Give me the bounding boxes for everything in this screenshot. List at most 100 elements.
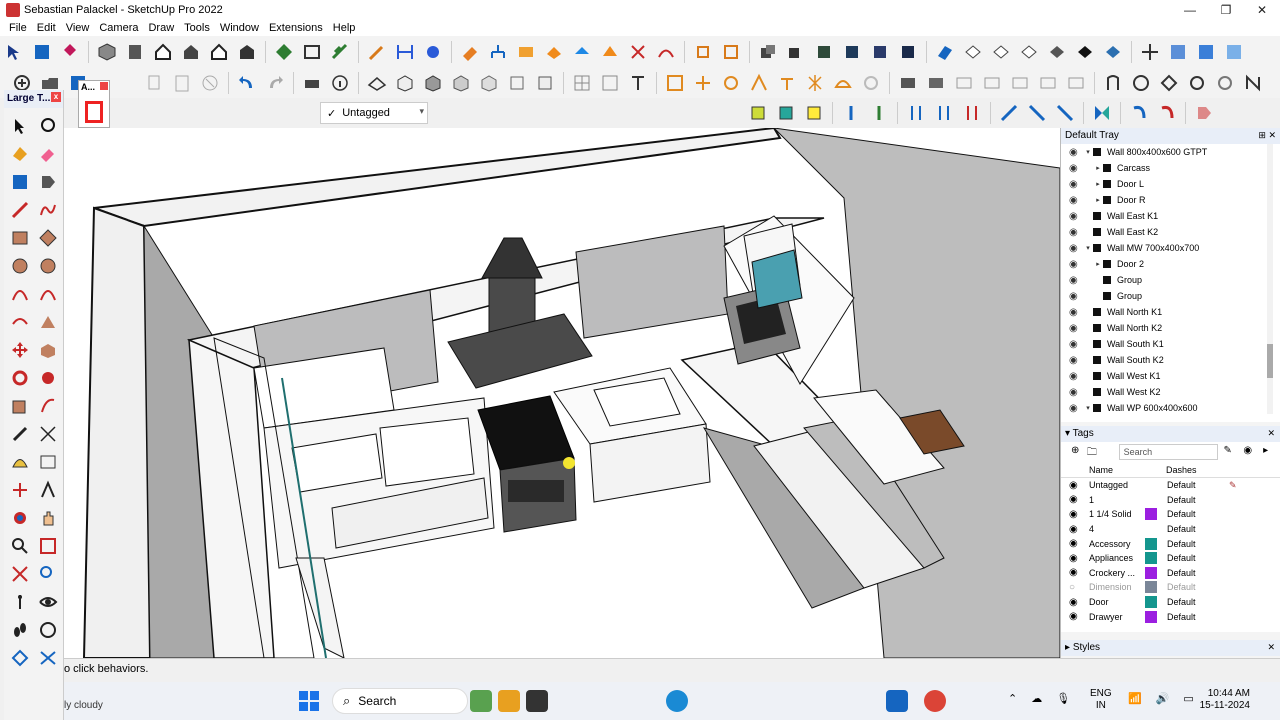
- section-5-icon[interactable]: [1008, 71, 1032, 95]
- make-component-icon[interactable]: [6, 168, 34, 196]
- chevron-up-icon[interactable]: ⌃: [1008, 692, 1017, 705]
- push-pull-icon[interactable]: [393, 71, 417, 95]
- maximize-button[interactable]: ❐: [1208, 0, 1244, 20]
- iso-view-icon[interactable]: [95, 40, 119, 64]
- tool-c-icon[interactable]: [1157, 71, 1181, 95]
- eye-icon[interactable]: ◉: [1069, 403, 1083, 414]
- tag-dashes[interactable]: Default: [1167, 524, 1207, 534]
- palette-close-icon[interactable]: x: [51, 92, 61, 102]
- sandbox-a-icon[interactable]: [6, 644, 34, 672]
- outliner-row[interactable]: ◉ Wall North K1: [1061, 304, 1280, 320]
- polygon-icon[interactable]: [34, 252, 62, 280]
- plugin-8-icon[interactable]: [859, 71, 883, 95]
- eye-icon[interactable]: ◉: [1069, 259, 1083, 270]
- rotate-tool-icon[interactable]: [6, 364, 34, 392]
- 3d-text-icon[interactable]: [34, 476, 62, 504]
- style-2-icon[interactable]: [1194, 40, 1218, 64]
- outliner-row[interactable]: ◉ Wall North K2: [1061, 320, 1280, 336]
- tool-a-icon[interactable]: [1101, 71, 1125, 95]
- tray-pin-close-icon[interactable]: ⊞ ✕: [1258, 130, 1276, 141]
- previous-view-icon[interactable]: [34, 560, 62, 588]
- sandbox-6-icon[interactable]: [1073, 40, 1097, 64]
- plugin-5-icon[interactable]: [775, 71, 799, 95]
- tag-color-swatch[interactable]: [1145, 610, 1157, 623]
- erase-icon[interactable]: [198, 71, 222, 95]
- plugin-6-icon[interactable]: [803, 71, 827, 95]
- tool-e-icon[interactable]: [1213, 71, 1237, 95]
- zoom-window-icon[interactable]: [34, 532, 62, 560]
- dimension-icon[interactable]: [34, 420, 62, 448]
- tool-f-icon[interactable]: [1241, 71, 1265, 95]
- select-icon[interactable]: [6, 112, 34, 140]
- box-orange-icon[interactable]: [514, 40, 538, 64]
- outliner-row[interactable]: ◉ ▸ Carcass: [1061, 160, 1280, 176]
- section-2-icon[interactable]: [924, 71, 948, 95]
- eye-icon[interactable]: ◉: [1069, 553, 1083, 564]
- taskbar-search[interactable]: ⌕ Search: [332, 688, 468, 714]
- menu-edit[interactable]: Edit: [32, 22, 61, 34]
- component-icon[interactable]: [30, 40, 54, 64]
- taskbar-app-icon[interactable]: [526, 690, 548, 712]
- outliner-row[interactable]: ◉ Wall South K2: [1061, 352, 1280, 368]
- tag-row[interactable]: ○ Dimension Default: [1061, 580, 1280, 595]
- model-viewport[interactable]: [64, 128, 1060, 658]
- rotate-2-icon[interactable]: [1155, 101, 1179, 125]
- zoom-extents-icon[interactable]: [6, 560, 34, 588]
- follow-me-icon[interactable]: [34, 364, 62, 392]
- tag-row[interactable]: ◉ 4 Default: [1061, 522, 1280, 537]
- solid-union-icon[interactable]: [756, 40, 780, 64]
- section-4-icon[interactable]: [980, 71, 1004, 95]
- eye-icon[interactable]: ◉: [1069, 163, 1083, 174]
- menu-help[interactable]: Help: [328, 22, 361, 34]
- lasso-icon[interactable]: [34, 112, 62, 140]
- plugin-2-icon[interactable]: [691, 71, 715, 95]
- section-7-icon[interactable]: [1064, 71, 1088, 95]
- expand-right-icon[interactable]: ▸: [1093, 180, 1103, 188]
- eye-icon[interactable]: ◉: [1069, 179, 1083, 190]
- look-around-icon[interactable]: [34, 588, 62, 616]
- tag-icon[interactable]: [1192, 101, 1216, 125]
- grid-2-icon[interactable]: [598, 71, 622, 95]
- hierarchy-icon[interactable]: [486, 40, 510, 64]
- expand-right-icon[interactable]: ▸: [1093, 164, 1103, 172]
- outliner-row[interactable]: ◉ Wall South K1: [1061, 336, 1280, 352]
- axes-icon[interactable]: [1138, 40, 1162, 64]
- tag-color-swatch[interactable]: [1145, 566, 1157, 579]
- eye-icon[interactable]: ◉: [1069, 355, 1083, 366]
- tag-color-swatch[interactable]: [1145, 523, 1157, 535]
- windows-start-icon[interactable]: [298, 690, 320, 712]
- paint-bucket-icon[interactable]: [58, 40, 82, 64]
- protractor-icon[interactable]: [6, 448, 34, 476]
- expand-down-icon[interactable]: ▾: [1083, 404, 1093, 412]
- styles-close-icon[interactable]: ✕: [1267, 642, 1275, 653]
- section-3-icon[interactable]: [952, 71, 976, 95]
- sandbox-7-icon[interactable]: [1101, 40, 1125, 64]
- copy-icon[interactable]: [142, 71, 166, 95]
- plugin-4-icon[interactable]: [747, 71, 771, 95]
- eye-icon[interactable]: ◉: [1069, 480, 1083, 491]
- scissors-icon[interactable]: [626, 40, 650, 64]
- pie-icon[interactable]: [34, 308, 62, 336]
- pencil-tool-icon[interactable]: [365, 40, 389, 64]
- sandbox-2-icon[interactable]: [961, 40, 985, 64]
- tags-header[interactable]: ▾ Tags ✕: [1061, 426, 1280, 442]
- back-view-icon[interactable]: [207, 40, 231, 64]
- outliner-row[interactable]: ◉ Wall West K2: [1061, 384, 1280, 400]
- component-b-icon[interactable]: [774, 101, 798, 125]
- eye-hidden-icon[interactable]: ○: [1069, 582, 1083, 593]
- tag-row[interactable]: ◉ 1 Default: [1061, 493, 1280, 508]
- print-icon[interactable]: [300, 71, 324, 95]
- arc-icon[interactable]: [6, 280, 34, 308]
- eye-icon[interactable]: ◉: [1069, 195, 1083, 206]
- align-3-icon[interactable]: [1053, 101, 1077, 125]
- top-view-icon[interactable]: [123, 40, 147, 64]
- 3d-warehouse-icon[interactable]: [300, 40, 324, 64]
- eye-icon[interactable]: ◉: [1069, 243, 1083, 254]
- tag-dashes[interactable]: Default: [1167, 480, 1207, 490]
- shape-orange-2-icon[interactable]: [598, 40, 622, 64]
- tag-dashes[interactable]: Default: [1167, 597, 1207, 607]
- outliner-row[interactable]: ◉ ▸ Door R: [1061, 192, 1280, 208]
- add-tag-icon[interactable]: ⊕: [1071, 445, 1085, 459]
- eye-icon[interactable]: ◉: [1069, 371, 1083, 382]
- tag-color-swatch[interactable]: [1145, 479, 1157, 491]
